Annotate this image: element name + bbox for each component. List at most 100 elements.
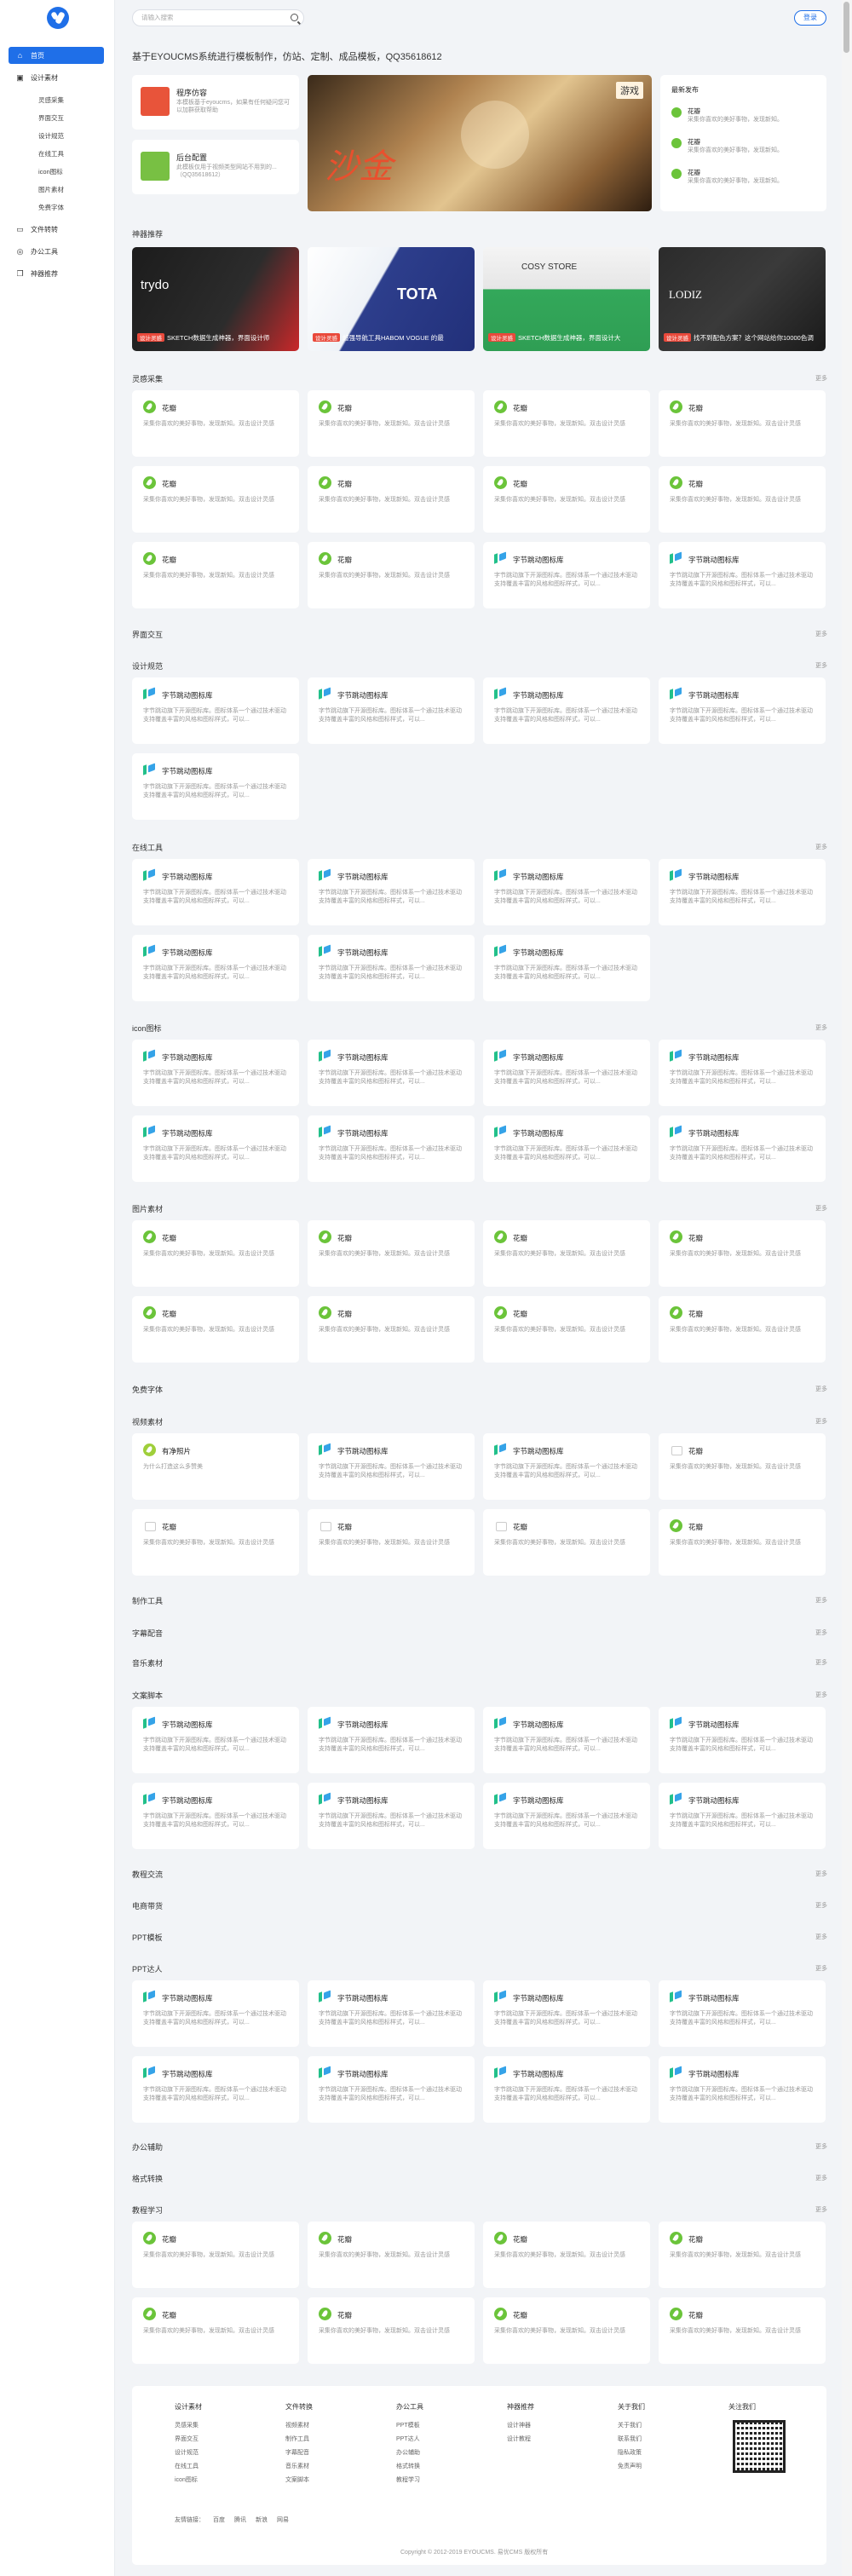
resource-card[interactable]: 花瓣 采集你喜欢的美好事物，发现新知。双击设计灵感: [483, 1296, 650, 1363]
footer-link[interactable]: PPT模板: [396, 2421, 420, 2429]
sidebar-item-design[interactable]: ▣ 设计素材: [9, 69, 104, 86]
resource-card[interactable]: 花瓣 采集你喜欢的美好事物，发现新知。双击设计灵感: [132, 1220, 299, 1287]
resource-card[interactable]: 字节跳动图标库 字节跳动旗下开源图标库。图标体系一个通过技术驱动支持覆盖丰富的风格…: [308, 1707, 475, 1773]
sidebar-sub-item[interactable]: 界面交互: [38, 113, 64, 123]
footer-link[interactable]: icon图标: [175, 2475, 198, 2484]
resource-card[interactable]: 字节跳动图标库 字节跳动旗下开源图标库。图标体系一个通过技术驱动支持覆盖丰富的风格…: [659, 1980, 826, 2047]
scrollbar-thumb[interactable]: [843, 2, 849, 53]
resource-card[interactable]: 花瓣 采集你喜欢的美好事物，发现新知。双击设计灵感: [659, 1220, 826, 1287]
resource-card[interactable]: 字节跳动图标库 字节跳动旗下开源图标库。图标体系一个通过技术驱动支持覆盖丰富的风格…: [132, 1707, 299, 1773]
sidebar-item-home[interactable]: ⌂ 首页: [9, 47, 104, 64]
resource-card[interactable]: 花瓣 采集你喜欢的美好事物，发现新知。双击设计灵感: [132, 2297, 299, 2364]
resource-card[interactable]: 花瓣 采集你喜欢的美好事物，发现新知。双击设计灵感: [483, 390, 650, 457]
footer-link[interactable]: PPT达人: [396, 2435, 420, 2443]
sidebar-sub-item[interactable]: 设计规范: [38, 131, 64, 141]
more-link[interactable]: 更多: [815, 1596, 827, 1605]
search-icon[interactable]: [291, 14, 298, 21]
resource-card[interactable]: 花瓣 采集你喜欢的美好事物，发现新知。双击设计灵感: [132, 466, 299, 533]
more-link[interactable]: 更多: [815, 374, 827, 383]
sidebar-sub-item[interactable]: icon图标: [38, 167, 63, 176]
more-link[interactable]: 更多: [815, 1933, 827, 1941]
more-link[interactable]: 更多: [815, 2174, 827, 2182]
resource-card[interactable]: 字节跳动图标库 字节跳动旗下开源图标库。图标体系一个通过技术驱动支持覆盖丰富的风格…: [483, 1980, 650, 2047]
more-link[interactable]: 更多: [815, 1870, 827, 1878]
more-link[interactable]: 更多: [815, 1901, 827, 1910]
sidebar-item-recommend[interactable]: ❐ 神器推荐: [9, 265, 104, 282]
footer-link[interactable]: 设计规范: [175, 2448, 199, 2457]
resource-card[interactable]: 花瓣 采集你喜欢的美好事物，发现新知。双击设计灵感: [132, 1509, 299, 1576]
resource-card[interactable]: 字节跳动图标库 字节跳动旗下开源图标库。图标体系一个通过技术驱动支持覆盖丰富的风格…: [483, 2056, 650, 2123]
resource-card[interactable]: 花瓣 采集你喜欢的美好事物，发现新知。双击设计灵感: [132, 2222, 299, 2288]
resource-card[interactable]: 字节跳动图标库 字节跳动旗下开源图标库。图标体系一个通过技术驱动支持覆盖丰富的风格…: [659, 677, 826, 744]
sidebar-sub-item[interactable]: 在线工具: [38, 149, 64, 158]
footer-link[interactable]: 免责声明: [618, 2462, 642, 2470]
more-link[interactable]: 更多: [815, 843, 827, 851]
footer-link[interactable]: 音乐素材: [285, 2462, 309, 2470]
info-card[interactable]: 后台配置 此模板仅用于视频类型网站不用到的...（QQ35618612）: [132, 140, 299, 194]
resource-card[interactable]: 字节跳动图标库 字节跳动旗下开源图标库。图标体系一个通过技术驱动支持覆盖丰富的风格…: [659, 859, 826, 925]
resource-card[interactable]: 字节跳动图标库 字节跳动旗下开源图标库。图标体系一个通过技术驱动支持覆盖丰富的风格…: [132, 859, 299, 925]
resource-card[interactable]: 字节跳动图标库 字节跳动旗下开源图标库。图标体系一个通过技术驱动支持覆盖丰富的风格…: [483, 1783, 650, 1849]
resource-card[interactable]: 字节跳动图标库 字节跳动旗下开源图标库。图标体系一个通过技术驱动支持覆盖丰富的风格…: [132, 753, 299, 820]
more-link[interactable]: 更多: [815, 1385, 827, 1393]
footer-link[interactable]: 教程学习: [396, 2475, 420, 2484]
footer-link[interactable]: 视频素材: [285, 2421, 309, 2429]
resource-card[interactable]: 花瓣 采集你喜欢的美好事物，发现新知。双击设计灵感: [659, 466, 826, 533]
resource-card[interactable]: 字节跳动图标库 字节跳动旗下开源图标库。图标体系一个通过技术驱动支持覆盖丰富的风格…: [483, 677, 650, 744]
footer-link[interactable]: 在线工具: [175, 2462, 199, 2470]
resource-card[interactable]: 花瓣 采集你喜欢的美好事物，发现新知。双击设计灵感: [483, 1509, 650, 1576]
resource-card[interactable]: 字节跳动图标库 字节跳动旗下开源图标库。图标体系一个通过技术驱动支持覆盖丰富的风格…: [308, 1783, 475, 1849]
friend-link[interactable]: 新浪: [256, 2515, 268, 2524]
resource-card[interactable]: 花瓣 采集你喜欢的美好事物，发现新知。双击设计灵感: [308, 1220, 475, 1287]
resource-card[interactable]: 花瓣 采集你喜欢的美好事物，发现新知。双击设计灵感: [483, 466, 650, 533]
recommend-tile[interactable]: trydo 设计灵感 SKETCH数据生成神器，界面设计师: [132, 247, 299, 351]
footer-link[interactable]: 办公辅助: [396, 2448, 420, 2457]
footer-link[interactable]: 制作工具: [285, 2435, 309, 2443]
resource-card[interactable]: 字节跳动图标库 字节跳动旗下开源图标库。图标体系一个通过技术驱动支持覆盖丰富的风格…: [308, 935, 475, 1001]
footer-link[interactable]: 设计神器: [507, 2421, 531, 2429]
sidebar-sub-item[interactable]: 免费字体: [38, 203, 64, 212]
footer-link[interactable]: 文案脚本: [285, 2475, 309, 2484]
resource-card[interactable]: 字节跳动图标库 字节跳动旗下开源图标库。图标体系一个通过技术驱动支持覆盖丰富的风格…: [659, 1707, 826, 1773]
resource-card[interactable]: 字节跳动图标库 字节跳动旗下开源图标库。图标体系一个通过技术驱动支持覆盖丰富的风格…: [659, 2056, 826, 2123]
resource-card[interactable]: 花瓣 采集你喜欢的美好事物，发现新知。双击设计灵感: [308, 2222, 475, 2288]
resource-card[interactable]: 花瓣 采集你喜欢的美好事物，发现新知。双击设计灵感: [132, 1296, 299, 1363]
site-logo[interactable]: [47, 7, 69, 29]
resource-card[interactable]: 字节跳动图标库 字节跳动旗下开源图标库。图标体系一个通过技术驱动支持覆盖丰富的风格…: [659, 1783, 826, 1849]
resource-card[interactable]: 字节跳动图标库 字节跳动旗下开源图标库。图标体系一个通过技术驱动支持覆盖丰富的风格…: [132, 1980, 299, 2047]
resource-card[interactable]: 字节跳动图标库 字节跳动旗下开源图标库。图标体系一个通过技术驱动支持覆盖丰富的风格…: [483, 1707, 650, 1773]
login-button[interactable]: 登录: [794, 10, 826, 26]
resource-card[interactable]: 花瓣 采集你喜欢的美好事物，发现新知。双击设计灵感: [659, 1509, 826, 1576]
footer-link[interactable]: 字幕配音: [285, 2448, 309, 2457]
more-link[interactable]: 更多: [815, 1417, 827, 1426]
resource-card[interactable]: 花瓣 采集你喜欢的美好事物，发现新知。双击设计灵感: [132, 542, 299, 608]
scrollbar[interactable]: [842, 0, 852, 2576]
resource-card[interactable]: 字节跳动图标库 字节跳动旗下开源图标库。图标体系一个通过技术驱动支持覆盖丰富的风格…: [308, 2056, 475, 2123]
sidebar-sub-item[interactable]: 灵感采集: [38, 95, 64, 105]
more-link[interactable]: 更多: [815, 1964, 827, 1973]
resource-card[interactable]: 字节跳动图标库 字节跳动旗下开源图标库。图标体系一个通过技术驱动支持覆盖丰富的风格…: [308, 1115, 475, 1182]
resource-card[interactable]: 花瓣 采集你喜欢的美好事物，发现新知。双击设计灵感: [659, 2222, 826, 2288]
footer-link[interactable]: 灵感采集: [175, 2421, 199, 2429]
resource-card[interactable]: 花瓣 采集你喜欢的美好事物，发现新知。双击设计灵感: [308, 2297, 475, 2364]
resource-card[interactable]: 花瓣 采集你喜欢的美好事物，发现新知。双击设计灵感: [659, 2297, 826, 2364]
resource-card[interactable]: 字节跳动图标库 字节跳动旗下开源图标库。图标体系一个通过技术驱动支持覆盖丰富的风格…: [132, 1783, 299, 1849]
more-link[interactable]: 更多: [815, 1204, 827, 1213]
resource-card[interactable]: 字节跳动图标库 字节跳动旗下开源图标库。图标体系一个通过技术驱动支持覆盖丰富的风格…: [483, 935, 650, 1001]
recommend-tile[interactable]: TOTA 设计灵感 超强导航工具HABOM VOGUE 的最: [308, 247, 475, 351]
resource-card[interactable]: 字节跳动图标库 字节跳动旗下开源图标库。图标体系一个通过技术驱动支持覆盖丰富的风格…: [659, 1115, 826, 1182]
resource-card[interactable]: 字节跳动图标库 字节跳动旗下开源图标库。图标体系一个通过技术驱动支持覆盖丰富的风格…: [483, 1115, 650, 1182]
resource-card[interactable]: 花瓣 采集你喜欢的美好事物，发现新知。双击设计灵感: [659, 1433, 826, 1500]
resource-card[interactable]: 花瓣 采集你喜欢的美好事物，发现新知。双击设计灵感: [132, 390, 299, 457]
more-link[interactable]: 更多: [815, 1628, 827, 1637]
resource-card[interactable]: 字节跳动图标库 字节跳动旗下开源图标库。图标体系一个通过技术驱动支持覆盖丰富的风格…: [659, 1040, 826, 1106]
sidebar-item-file[interactable]: ▭ 文件转转: [9, 221, 104, 238]
resource-card[interactable]: 字节跳动图标库 字节跳动旗下开源图标库。图标体系一个通过技术驱动支持覆盖丰富的风格…: [308, 1040, 475, 1106]
resource-card[interactable]: 花瓣 采集你喜欢的美好事物，发现新知。双击设计灵感: [483, 2222, 650, 2288]
resource-card[interactable]: 字节跳动图标库 字节跳动旗下开源图标库。图标体系一个通过技术驱动支持覆盖丰富的风格…: [132, 1040, 299, 1106]
sidebar-item-office[interactable]: ◎ 办公工具: [9, 243, 104, 260]
resource-card[interactable]: 字节跳动图标库 字节跳动旗下开源图标库。图标体系一个通过技术驱动支持覆盖丰富的风格…: [308, 1433, 475, 1500]
resource-card[interactable]: 字节跳动图标库 字节跳动旗下开源图标库。图标体系一个通过技术驱动支持覆盖丰富的风格…: [483, 1433, 650, 1500]
footer-link[interactable]: 界面交互: [175, 2435, 199, 2443]
more-link[interactable]: 更多: [815, 630, 827, 638]
